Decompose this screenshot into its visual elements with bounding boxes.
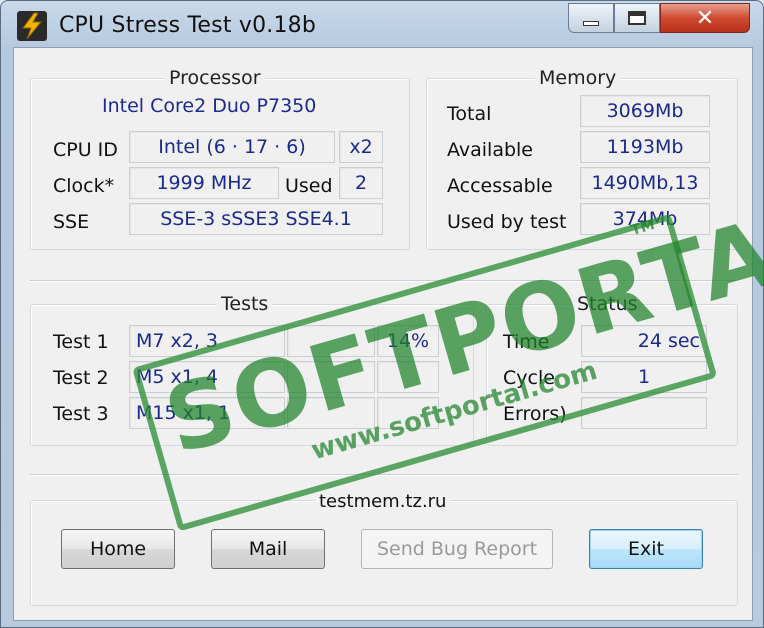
time-value: 24 sec <box>581 325 707 357</box>
used-by-test-label: Used by test <box>447 211 567 233</box>
title-bar[interactable]: CPU Stress Test v0.18b ✕ <box>1 1 763 47</box>
website-link[interactable]: testmem.tz.ru <box>315 491 451 512</box>
test-1-label: Test 1 <box>53 331 109 353</box>
client-area: Processor Intel Core2 Duo P7350 CPU ID I… <box>13 47 753 621</box>
used-label: Used <box>285 175 333 197</box>
time-label: Time <box>503 331 550 353</box>
test-2-percent <box>377 361 439 393</box>
lightning-icon <box>17 11 47 41</box>
test-2-progress <box>287 361 375 393</box>
test-2-label: Test 2 <box>53 367 109 389</box>
test-1-value: M7 x2, 3 <box>129 325 285 357</box>
accessable-label: Accessable <box>447 175 553 197</box>
used-cores-value: 2 <box>339 167 383 199</box>
errors-value <box>581 397 707 429</box>
separator-top <box>30 280 738 282</box>
send-bug-report-button[interactable]: Send Bug Report <box>361 529 553 569</box>
status-group: Status Time 24 sec Cycle 1 Errors) <box>486 293 738 446</box>
test-3-progress <box>287 397 375 429</box>
available-label: Available <box>447 139 534 161</box>
memory-group-title: Memory <box>535 67 621 89</box>
cycle-value: 1 <box>581 361 707 393</box>
cycle-label: Cycle <box>503 367 555 389</box>
processor-name: Intel Core2 Duo P7350 <box>102 95 317 117</box>
test-3-label: Test 3 <box>53 403 109 425</box>
maximize-icon <box>628 11 646 25</box>
status-group-title: Status <box>573 293 642 315</box>
tests-group-title: Tests <box>217 293 273 315</box>
exit-button[interactable]: Exit <box>589 529 703 569</box>
clock-value: 1999 MHz <box>129 167 279 199</box>
test-3-value: M15 x1, 1 <box>129 397 285 429</box>
memory-group: Memory Total 3069Mb Available 1193Mb Acc… <box>426 67 738 250</box>
total-value: 3069Mb <box>580 95 710 127</box>
processor-group: Processor Intel Core2 Duo P7350 CPU ID I… <box>30 67 410 250</box>
test-1-progress <box>287 325 375 357</box>
available-value: 1193Mb <box>580 131 710 163</box>
footer-group: testmem.tz.ru Home Mail Send Bug Report … <box>30 491 738 606</box>
app-window: CPU Stress Test v0.18b ✕ Processor Intel… <box>0 0 764 628</box>
processor-group-title: Processor <box>165 67 265 89</box>
used-by-test-value: 374Mb <box>580 203 710 235</box>
sse-label: SSE <box>53 211 90 233</box>
total-label: Total <box>447 103 492 125</box>
accessable-value: 1490Mb,13 <box>580 167 710 199</box>
test-2-value: M5 x1, 4 <box>129 361 285 393</box>
test-3-percent <box>377 397 439 429</box>
separator-bottom <box>30 474 738 476</box>
cpu-id-label: CPU ID <box>53 139 118 161</box>
minimize-button[interactable] <box>568 3 614 33</box>
home-button[interactable]: Home <box>61 529 175 569</box>
window-title: CPU Stress Test v0.18b <box>59 13 317 38</box>
sse-value: SSE-3 sSSE3 SSE4.1 <box>129 203 383 235</box>
tests-group: Tests Test 1 M7 x2, 3 14% Test 2 M5 x1, … <box>30 293 474 446</box>
clock-label: Clock* <box>53 175 115 197</box>
core-count-value: x2 <box>339 131 383 163</box>
mail-button[interactable]: Mail <box>211 529 325 569</box>
errors-label: Errors) <box>503 403 567 425</box>
maximize-button[interactable] <box>614 3 660 33</box>
cpu-id-value: Intel (6 · 17 · 6) <box>129 131 335 163</box>
test-1-percent: 14% <box>377 325 439 357</box>
close-icon: ✕ <box>695 5 715 31</box>
close-button[interactable]: ✕ <box>660 3 750 33</box>
minimize-icon <box>583 20 599 26</box>
